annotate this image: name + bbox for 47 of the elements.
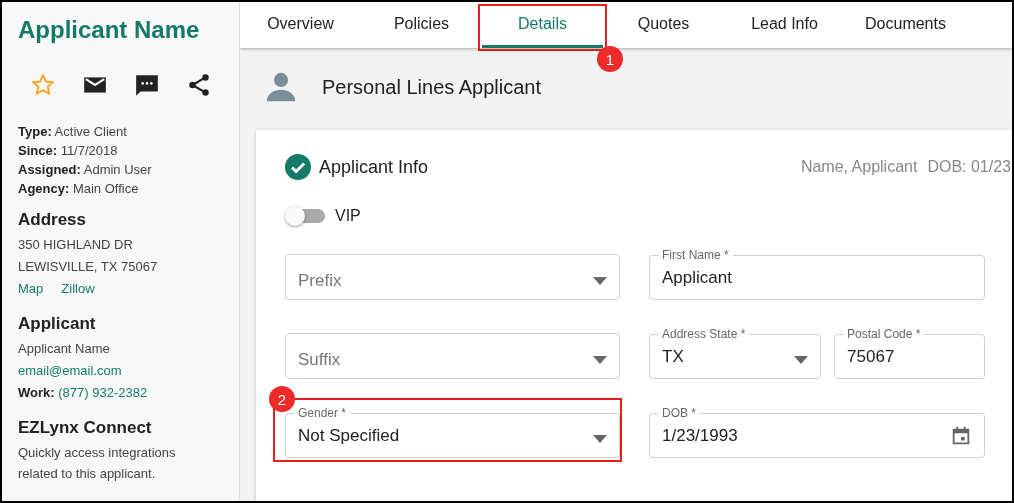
date-field[interactable]: DOB * 1/23/1993 (649, 406, 985, 458)
text-field[interactable]: First Name * Applicant (649, 248, 985, 300)
link[interactable]: Map (18, 278, 44, 300)
section-text: Applicant Name (18, 340, 111, 358)
phone-link[interactable]: (877) 932-2382 (58, 385, 148, 400)
detail-text: Type: Active Client (18, 124, 128, 139)
star-icon[interactable] (30, 72, 56, 98)
dropdown-caret-icon (794, 355, 809, 364)
calendar-icon[interactable] (950, 424, 972, 447)
dropdown-caret-icon (593, 277, 607, 285)
email-link[interactable]: email@email.com (18, 363, 122, 378)
summary-text: Name, Applicant (800, 158, 918, 176)
applicant-name-title: Applicant Name (18, 16, 201, 44)
detail-text: Assigned: Admin User (18, 162, 153, 177)
vip-toggle[interactable] (285, 206, 325, 226)
phone-label: Work: (18, 385, 55, 400)
person-icon (264, 70, 298, 104)
section-text: LEWISVILLE, TX 75067 (18, 258, 159, 276)
dropdown-caret-icon (593, 356, 607, 364)
select-field[interactable]: Prefix (285, 254, 620, 300)
tab[interactable]: Details (482, 2, 603, 48)
summary-text: DOB: 01/23 (927, 158, 1011, 176)
tab[interactable]: Overview (240, 2, 361, 48)
tab[interactable]: Policies (361, 2, 482, 48)
select-field[interactable]: Gender * Not Specified (285, 406, 620, 458)
link[interactable]: Zillow (61, 278, 95, 300)
toggle-label: VIP (335, 207, 361, 225)
section-heading: Applicant (18, 314, 97, 334)
dropdown-caret-icon (593, 434, 607, 443)
tab[interactable]: Documents (845, 2, 966, 48)
page-title: Personal Lines Applicant (322, 75, 542, 99)
share-icon[interactable] (186, 72, 212, 98)
section-heading: EZLynx Connect (18, 418, 153, 438)
select-field[interactable]: Address State * TX (649, 327, 822, 379)
tab[interactable]: Lead Info (724, 2, 845, 48)
section-heading: Address (18, 210, 88, 230)
section-description: Quickly access integrations related to this applicant. (18, 444, 177, 483)
callout-badge: 2 (269, 386, 295, 412)
callout-badge: 1 (597, 46, 623, 72)
tab[interactable]: Quotes (603, 2, 724, 48)
card-title: Applicant Info (319, 156, 429, 178)
detail-text: Agency: Main Office (18, 181, 140, 196)
select-field[interactable]: Suffix (285, 333, 620, 379)
section-text: 350 HIGHLAND DR (18, 236, 134, 254)
detail-text: Since: 11/7/2018 (18, 143, 119, 158)
text-field[interactable]: Postal Code * 75067 (834, 327, 985, 379)
chat-icon[interactable] (134, 72, 160, 98)
